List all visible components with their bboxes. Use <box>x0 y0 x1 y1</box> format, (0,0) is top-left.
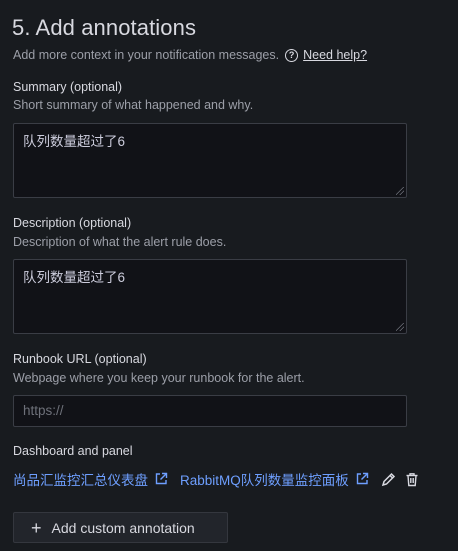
runbook-placeholder: https:// <box>23 403 64 418</box>
panel-link[interactable]: RabbitMQ队列数量监控面板 <box>180 469 369 489</box>
summary-textarea[interactable]: 队列数量超过了6 <box>13 123 407 198</box>
trash-icon <box>406 472 418 486</box>
panel-link-text: RabbitMQ队列数量监控面板 <box>180 473 349 488</box>
description-value: 队列数量超过了6 <box>23 270 126 285</box>
external-link-icon <box>155 472 168 485</box>
add-custom-annotation-button[interactable]: + Add custom annotation <box>13 512 228 543</box>
dashboard-panel-label: Dashboard and panel <box>13 444 133 458</box>
section-subtitle: Add more context in your notification me… <box>13 48 280 62</box>
edit-panel-button[interactable] <box>381 472 396 487</box>
runbook-label: Runbook URL (optional) <box>13 352 147 366</box>
description-textarea[interactable]: 队列数量超过了6 <box>13 259 407 334</box>
page-title: 5. Add annotations <box>12 15 197 40</box>
dashboard-link[interactable]: 尚品汇监控汇总仪表盘 <box>13 469 168 489</box>
external-link-icon <box>356 472 368 485</box>
summary-value: 队列数量超过了6 <box>23 134 126 149</box>
description-description: Description of what the alert rule does. <box>13 235 227 249</box>
need-help-link[interactable]: Need help? <box>303 48 367 62</box>
help-link-group[interactable]: ? Need help? <box>285 48 367 62</box>
summary-label: Summary (optional) <box>13 80 123 94</box>
pencil-icon <box>381 472 395 486</box>
runbook-url-input[interactable]: https:// <box>13 395 407 427</box>
summary-description: Short summary of what happened and why. <box>13 98 254 112</box>
question-circle-icon: ? <box>285 48 299 62</box>
runbook-description: Webpage where you keep your runbook for … <box>13 371 305 385</box>
resize-handle-icon[interactable] <box>396 187 404 195</box>
dashboard-panel-row: 尚品汇监控汇总仪表盘 RabbitMQ队列数量监控面板 <box>13 469 419 489</box>
delete-panel-button[interactable] <box>405 472 419 487</box>
section-subtitle-row: Add more context in your notification me… <box>13 48 367 62</box>
resize-handle-icon[interactable] <box>396 323 404 331</box>
add-custom-annotation-label: Add custom annotation <box>51 519 195 536</box>
dashboard-link-text: 尚品汇监控汇总仪表盘 <box>13 473 148 488</box>
plus-icon: + <box>31 517 42 538</box>
description-label: Description (optional) <box>13 216 132 230</box>
